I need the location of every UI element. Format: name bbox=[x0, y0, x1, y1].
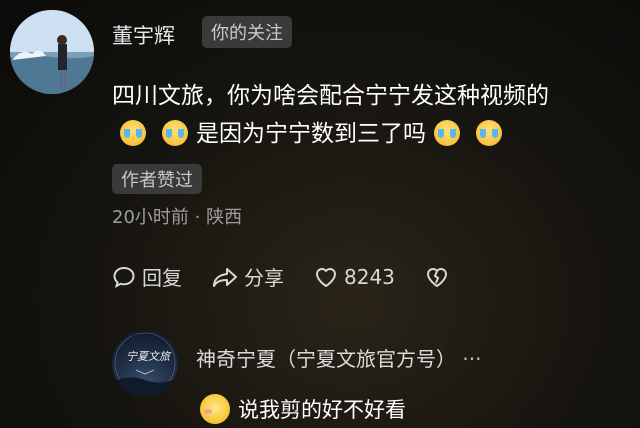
reply-icon bbox=[113, 266, 135, 288]
broken-heart-icon bbox=[426, 267, 447, 287]
comment-actions: 回复 分享 8243 bbox=[112, 262, 479, 291]
reply-username-row: 神奇宁夏（宁夏文旅官方号） ··· bbox=[196, 343, 481, 372]
user-avatar[interactable] bbox=[10, 10, 94, 94]
share-button[interactable]: 分享 bbox=[212, 262, 284, 291]
reply-button[interactable]: 回复 bbox=[112, 262, 182, 291]
comment-text-segment: 是因为宁宁数到三了吗 bbox=[196, 121, 426, 147]
comment-text-line: 是因为宁宁数到三了吗 bbox=[112, 114, 510, 148]
share-icon bbox=[213, 267, 237, 287]
crying-laughing-emoji-icon bbox=[434, 120, 460, 146]
shy-emoji-icon bbox=[200, 394, 230, 424]
comment-text-line: 四川文旅，你为啥会配合宁宁发这种视频的 bbox=[112, 83, 549, 109]
avatar-logo-text: 宁夏文旅 bbox=[126, 350, 170, 363]
like-count: 8243 bbox=[344, 264, 395, 289]
crying-laughing-emoji-icon bbox=[120, 120, 146, 146]
reply-text: 说我剪的好不好看 bbox=[238, 398, 406, 422]
dislike-button[interactable] bbox=[425, 266, 449, 288]
crying-laughing-emoji-icon bbox=[476, 120, 502, 146]
heart-icon bbox=[316, 267, 336, 287]
like-button[interactable]: 8243 bbox=[314, 265, 395, 289]
reply-label: 回复 bbox=[142, 266, 182, 290]
more-options-button[interactable]: ··· bbox=[462, 347, 481, 371]
reply-username[interactable]: 神奇宁夏（宁夏文旅官方号） bbox=[196, 347, 456, 371]
reply-avatar[interactable]: 宁夏文旅 bbox=[112, 330, 178, 396]
share-label: 分享 bbox=[244, 266, 284, 290]
comment-username[interactable]: 董宇辉 bbox=[112, 20, 175, 50]
time-location: 20小时前 · 陕西 bbox=[112, 207, 243, 228]
follow-badge: 你的关注 bbox=[202, 16, 292, 48]
author-liked-badge: 作者赞过 bbox=[112, 164, 202, 194]
reply-text-line: 说我剪的好不好看 bbox=[200, 394, 406, 424]
crying-laughing-emoji-icon bbox=[162, 120, 188, 146]
